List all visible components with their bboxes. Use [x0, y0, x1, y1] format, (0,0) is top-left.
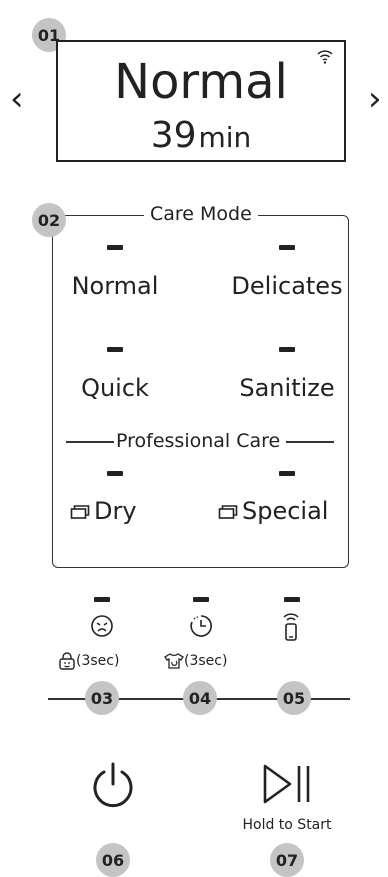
indicator-quick [107, 347, 123, 352]
option-dry[interactable]: Dry [70, 497, 137, 525]
option-dry-label: Dry [94, 497, 137, 525]
indicator-sanitize [279, 347, 295, 352]
indicator-delicates [279, 245, 295, 250]
option-sanitize[interactable]: Sanitize [239, 374, 334, 402]
timer-control[interactable]: (3sec) [164, 652, 227, 670]
indicator-special [279, 471, 295, 476]
option-delicates[interactable]: Delicates [231, 272, 342, 300]
indicator-normal [107, 245, 123, 250]
option-special-label: Special [242, 497, 329, 525]
child-lock-icon [59, 652, 75, 670]
remaining-time: 39min [58, 118, 344, 154]
badge-07: 07 [270, 843, 304, 877]
power-icon[interactable] [88, 760, 138, 810]
badge-04: 04 [183, 681, 217, 715]
divider-left [66, 441, 114, 443]
display-panel: Normal 39min [56, 40, 346, 162]
professional-care-title: Professional Care [116, 430, 281, 452]
indicator-remote [284, 597, 300, 602]
time-unit: min [198, 121, 252, 154]
remote-control-icon[interactable] [281, 612, 301, 642]
indicator-smart-care [94, 597, 110, 602]
garment-icon [70, 505, 90, 519]
badge-05: 05 [277, 681, 311, 715]
left-arrow-icon[interactable]: ‹ [10, 82, 24, 116]
badge-02: 02 [32, 203, 66, 237]
garment-icon [218, 505, 238, 519]
option-quick[interactable]: Quick [81, 374, 149, 402]
current-mode: Normal [114, 54, 288, 110]
badge-03: 03 [85, 681, 119, 715]
indicator-dry [107, 471, 123, 476]
badge-06: 06 [96, 843, 130, 877]
delay-timer-icon[interactable] [189, 614, 213, 638]
right-arrow-icon[interactable]: › [368, 82, 382, 116]
care-mode-title: Care Mode [144, 203, 258, 225]
shirt-timer-icon [164, 653, 184, 669]
child-lock-control[interactable]: (3sec) [58, 652, 119, 670]
time-value: 39 [150, 115, 197, 156]
divider-right [286, 441, 334, 443]
indicator-timer [193, 597, 209, 602]
hold-to-start-label: Hold to Start [242, 817, 332, 833]
child-lock-label: (3sec) [76, 653, 120, 669]
timer-label: (3sec) [184, 653, 228, 669]
option-normal[interactable]: Normal [72, 272, 159, 300]
smart-care-icon[interactable] [90, 614, 114, 638]
wifi-icon [317, 50, 333, 64]
play-pause-icon[interactable] [262, 762, 314, 806]
option-special[interactable]: Special [218, 497, 328, 525]
